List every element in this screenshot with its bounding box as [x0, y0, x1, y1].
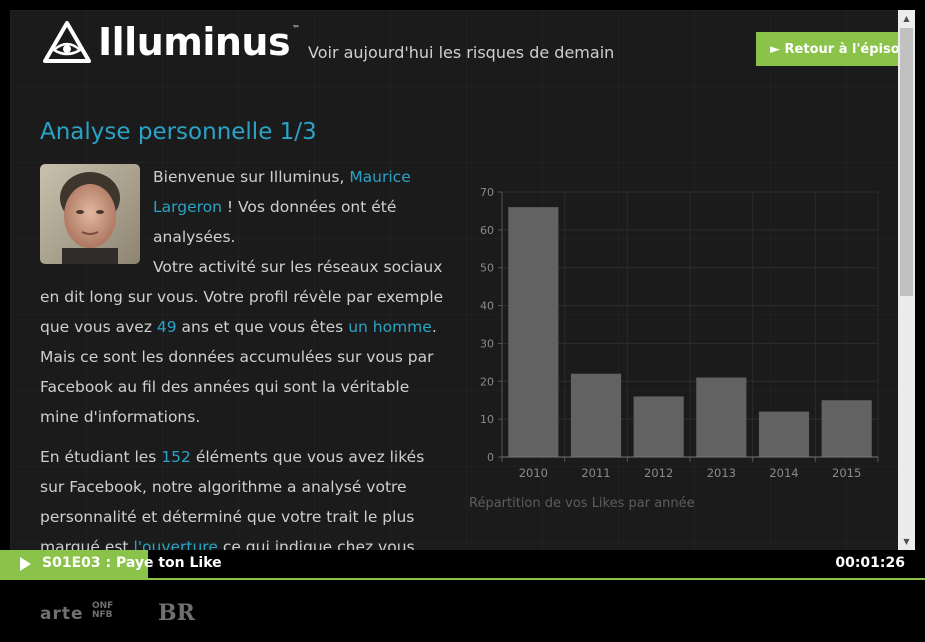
vertical-scrollbar[interactable]: ▲ ▼	[898, 10, 915, 550]
x-tick-label: 2014	[769, 466, 798, 480]
paragraph-likes: En étudiant les 152 éléments que vous av…	[40, 442, 445, 550]
user-age: 49	[156, 318, 177, 336]
chart-bar	[696, 377, 747, 457]
content-frame: Illuminus ™ Voir aujourd'hui les risques…	[10, 10, 898, 550]
likes-count: 152	[161, 448, 191, 466]
x-tick-label: 2010	[519, 466, 548, 480]
y-tick-label: 30	[480, 337, 494, 350]
text-segment: Bienvenue sur Illuminus,	[153, 168, 350, 186]
tagline: Voir aujourd'hui les risques de demain	[308, 43, 615, 62]
analysis-text: Bienvenue sur Illuminus, Maurice Largero…	[40, 162, 445, 550]
x-tick-label: 2013	[707, 466, 736, 480]
x-tick-label: 2011	[581, 466, 610, 480]
x-tick-label: 2012	[644, 466, 673, 480]
scroll-down-arrow-icon[interactable]: ▼	[898, 533, 915, 550]
chart-bar	[570, 373, 622, 457]
y-tick-label: 40	[480, 300, 494, 313]
br-logo: BR	[158, 600, 195, 626]
x-tick-label: 2015	[832, 466, 861, 480]
episode-title: S01E03 : Paye ton Like	[42, 555, 222, 571]
chart-bar	[758, 411, 810, 457]
chart-caption: Répartition de vos Likes par année	[469, 496, 695, 511]
y-tick-label: 70	[480, 186, 494, 199]
scrollbar-thumb[interactable]	[900, 28, 913, 296]
y-tick-label: 60	[480, 224, 494, 237]
footer: arte ONF NFB BR	[0, 582, 925, 642]
personality-trait: l'ouverture	[133, 538, 218, 550]
text-segment: ans et que vous êtes	[176, 318, 349, 336]
trademark-mark: ™	[292, 23, 301, 33]
user-gender: un homme	[348, 318, 432, 336]
onf-nfb-logo: ONF NFB	[92, 601, 114, 620]
timecode: 00:01:26	[835, 555, 905, 571]
back-to-episode-button[interactable]: ► Retour à l'épisode	[756, 32, 898, 66]
page-title: Analyse personnelle 1/3	[40, 119, 317, 146]
play-icon	[20, 557, 31, 571]
logo-text: Illuminus	[98, 20, 291, 64]
likes-per-year-chart: 0 10 20 30 40 50 60 70 2010 2011 2012 2013 2014 2015	[480, 186, 879, 480]
illuminus-logo: Illuminus ™	[42, 20, 300, 64]
chart-bar	[508, 207, 559, 457]
chart-bar	[633, 396, 684, 457]
paragraph-welcome: Bienvenue sur Illuminus, Maurice Largero…	[40, 162, 445, 432]
arte-logo: arte	[40, 604, 84, 624]
player-bar: S01E03 : Paye ton Like 00:01:26	[0, 550, 925, 580]
chart-bar	[821, 400, 872, 457]
y-tick-label: 20	[480, 375, 494, 388]
scroll-up-arrow-icon[interactable]: ▲	[898, 10, 915, 27]
eye-triangle-icon	[43, 21, 91, 63]
y-tick-label: 50	[480, 262, 494, 275]
y-tick-label: 10	[480, 413, 494, 426]
y-tick-label: 0	[487, 451, 494, 464]
text-segment: ce qui indique chez vous	[217, 538, 415, 550]
text-segment: En étudiant les	[40, 448, 162, 466]
